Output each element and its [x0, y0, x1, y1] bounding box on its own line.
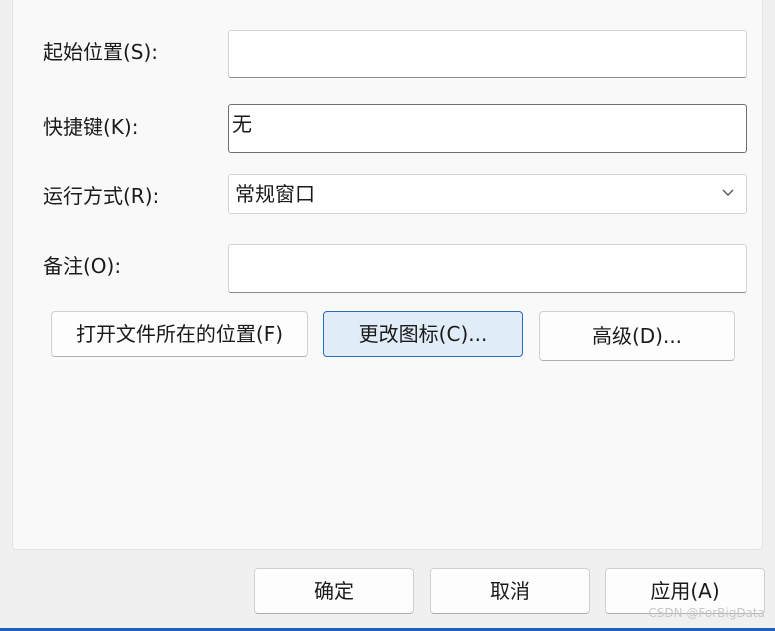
comment-label: 备注(O): — [43, 254, 122, 278]
run-select-value: 常规窗口 — [235, 182, 315, 206]
shortcut-key-value: 无 — [232, 112, 252, 136]
shortcut-key-input[interactable]: 无 — [228, 104, 747, 153]
chevron-down-icon — [722, 189, 734, 196]
comment-input[interactable] — [228, 244, 747, 293]
ok-button[interactable]: 确定 — [254, 568, 414, 614]
start-in-input[interactable] — [228, 30, 747, 78]
run-label: 运行方式(R): — [43, 184, 160, 208]
watermark-text: CSDN @ForBigData — [648, 606, 765, 620]
start-in-label: 起始位置(S): — [43, 40, 159, 64]
shortcut-key-label: 快捷键(K): — [43, 115, 139, 139]
change-icon-button[interactable]: 更改图标(C)... — [323, 311, 523, 357]
cancel-button[interactable]: 取消 — [430, 568, 590, 614]
shortcut-tab-panel: 起始位置(S): 快捷键(K): 无 运行方式(R): 常规窗口 备注(O): … — [12, 0, 763, 550]
run-select[interactable]: 常规窗口 — [228, 174, 747, 214]
properties-dialog: 起始位置(S): 快捷键(K): 无 运行方式(R): 常规窗口 备注(O): … — [0, 0, 775, 631]
advanced-button[interactable]: 高级(D)... — [539, 311, 735, 361]
open-file-location-button[interactable]: 打开文件所在的位置(F) — [51, 311, 308, 357]
